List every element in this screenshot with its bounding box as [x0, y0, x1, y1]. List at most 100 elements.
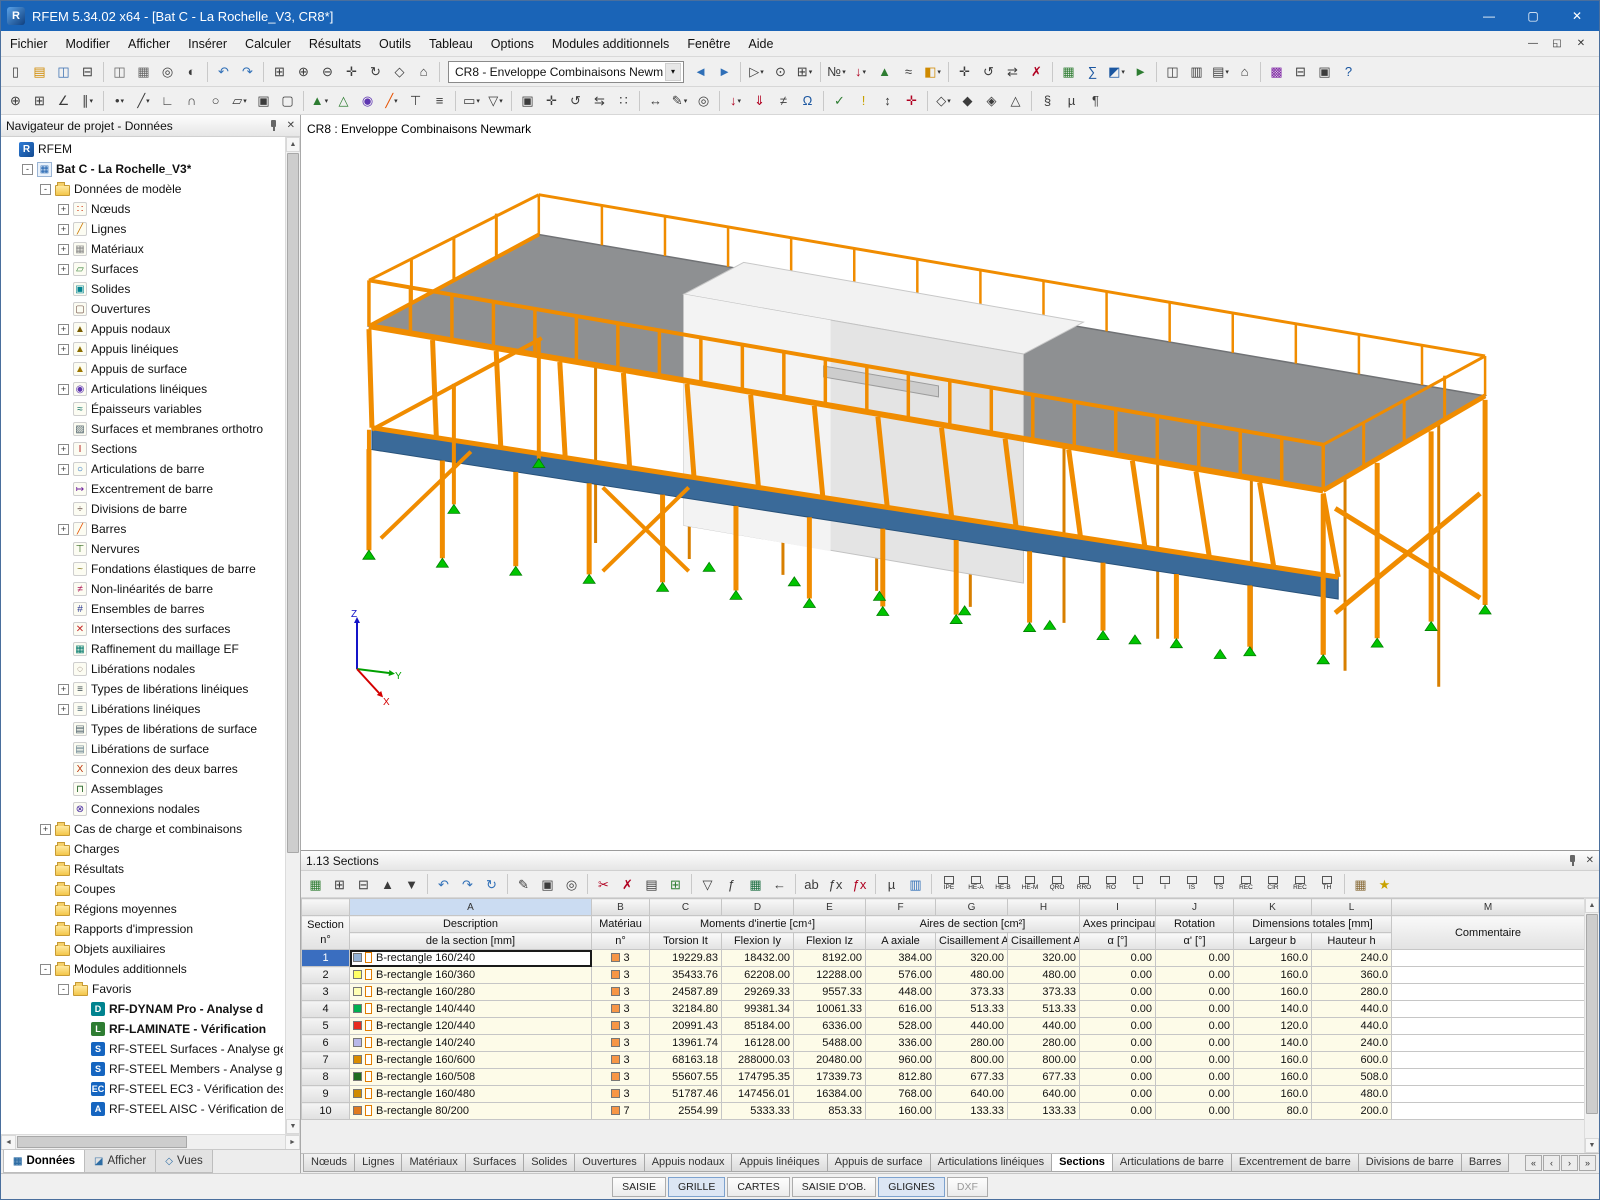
row-number[interactable]: 3 [302, 984, 350, 1001]
first-table-button[interactable]: « [1525, 1155, 1542, 1171]
cell-value[interactable]: 513.33 [936, 1001, 1008, 1018]
cell-value[interactable]: 0.00 [1156, 984, 1234, 1001]
move-object-icon[interactable]: ✛ [540, 90, 563, 112]
tree-item-rf-steel-members-analyse-g[interactable]: SRF-STEEL Members - Analyse gé [1, 1059, 285, 1079]
cell-value[interactable]: 0.00 [1156, 1069, 1234, 1086]
cell-value[interactable]: 160.0 [1234, 1052, 1312, 1069]
zoom-out-icon[interactable]: ⊖ [316, 61, 339, 83]
cell-value[interactable]: 240.0 [1312, 1035, 1392, 1052]
cell-comment[interactable] [1392, 1052, 1585, 1069]
cell-value[interactable]: 133.33 [936, 1103, 1008, 1120]
tree-item-rf-steel-aisc-v-rification-des[interactable]: ARF-STEEL AISC - Vérification des [1, 1099, 285, 1119]
tree-item-rf-steel-ec3-v-rification-des-l[interactable]: ECRF-STEEL EC3 - Vérification des l [1, 1079, 285, 1099]
menu-modules-additionnels[interactable]: Modules additionnels [543, 33, 678, 55]
tree-item-r-sultats[interactable]: Résultats [1, 859, 285, 879]
row-number[interactable]: 2 [302, 967, 350, 984]
cell-value[interactable]: 440.0 [1312, 1018, 1392, 1035]
menu-calculer[interactable]: Calculer [236, 33, 300, 55]
cell-value[interactable]: 677.33 [1008, 1069, 1080, 1086]
undo-table-icon[interactable]: ↶ [432, 873, 455, 895]
cell-value[interactable]: 6336.00 [794, 1018, 866, 1035]
cell-material[interactable]: 3 [592, 1035, 650, 1052]
new-line-support-icon[interactable]: △ [332, 90, 355, 112]
menu-ins-rer[interactable]: Insérer [179, 33, 236, 55]
doc-minimize-icon[interactable]: — [1521, 34, 1545, 54]
open-model-icon[interactable]: ▤ [28, 61, 51, 83]
new-polyline-icon[interactable]: ∟ [156, 90, 179, 112]
tree-item-barres[interactable]: +╱Barres [1, 519, 285, 539]
delete-row-icon[interactable]: ⊟ [352, 873, 375, 895]
cell-value[interactable]: 960.00 [866, 1052, 936, 1069]
cell-value[interactable]: 480.0 [1312, 1086, 1392, 1103]
nav-tab-donn-es[interactable]: ▦Données [3, 1150, 85, 1173]
cell-value[interactable]: 320.00 [936, 950, 1008, 967]
tree-item-favoris[interactable]: -Favoris [1, 979, 285, 999]
row-number[interactable]: 1 [302, 950, 350, 967]
cell-value[interactable]: 55607.55 [650, 1069, 722, 1086]
cell-value[interactable]: 200.0 [1312, 1103, 1392, 1120]
table-vertical-scrollbar[interactable]: ▲ ▼ [1584, 898, 1599, 1153]
menu-outils[interactable]: Outils [370, 33, 420, 55]
cell-value[interactable]: 160.00 [866, 1103, 936, 1120]
doc-close-icon[interactable]: ✕ [1569, 34, 1593, 54]
menu-afficher[interactable]: Afficher [119, 33, 179, 55]
generate-mesh-icon[interactable]: ▦ [1057, 61, 1080, 83]
tree-item-raffinement-du-maillage-ef[interactable]: ▦Raffinement du maillage EF [1, 639, 285, 659]
tree-item-divisions-de-barre[interactable]: ÷Divisions de barre [1, 499, 285, 519]
menu-tableau[interactable]: Tableau [420, 33, 482, 55]
new-node-icon[interactable]: •▾ [108, 90, 131, 112]
zoom-in-icon[interactable]: ⊕ [292, 61, 315, 83]
cell-material[interactable]: 3 [592, 1001, 650, 1018]
mirror-copy-icon[interactable]: ⇄ [1001, 61, 1024, 83]
modules-list-icon[interactable]: ▩ [1265, 61, 1288, 83]
cell-value[interactable]: 0.00 [1080, 950, 1156, 967]
section-type-is-button[interactable]: IS [1179, 872, 1205, 896]
header-dimensions[interactable]: Dimensions totales [mm] [1234, 916, 1392, 933]
cell-comment[interactable] [1392, 967, 1585, 984]
cell-value[interactable]: 18432.00 [722, 950, 794, 967]
header-alpha[interactable]: α [°] [1080, 933, 1156, 950]
redo-table-icon[interactable]: ↷ [456, 873, 479, 895]
cell-material[interactable]: 3 [592, 1052, 650, 1069]
table-tab-solides[interactable]: Solides [523, 1154, 575, 1172]
cell-description[interactable]: B-rectangle 160/508 [350, 1069, 592, 1086]
cell-value[interactable]: 147456.01 [722, 1086, 794, 1103]
cell-value[interactable]: 13961.74 [650, 1035, 722, 1052]
visual-objects-icon[interactable]: ◎ [692, 90, 715, 112]
abc-check-icon[interactable]: ab [800, 873, 823, 895]
redo-icon[interactable]: ↷ [236, 61, 259, 83]
table-tab-mat-riaux[interactable]: Matériaux [401, 1154, 465, 1172]
tree-item-appuis-nodaux[interactable]: +▲Appuis nodaux [1, 319, 285, 339]
cell-material[interactable]: 3 [592, 984, 650, 1001]
viewport[interactable]: CR8 : Enveloppe Combinaisons Newmark ZYX [301, 115, 1599, 851]
tree-item-surfaces-et-membranes-orthotro[interactable]: ▨Surfaces et membranes orthotro [1, 419, 285, 439]
expand-icon[interactable]: + [58, 384, 69, 395]
cell-value[interactable]: 35433.76 [650, 967, 722, 984]
section-type-he-b-button[interactable]: HE-B [990, 872, 1016, 896]
cell-value[interactable]: 576.00 [866, 967, 936, 984]
tree-item-mat-riaux[interactable]: +▦Matériaux [1, 239, 285, 259]
tree-item-coupes[interactable]: Coupes [1, 879, 285, 899]
render-mode-icon[interactable]: ◐ [180, 61, 203, 83]
header-torsion[interactable]: Torsion It [650, 933, 722, 950]
column-letter-J[interactable]: J [1156, 899, 1234, 916]
cell-value[interactable]: 32184.80 [650, 1001, 722, 1018]
cell-value[interactable]: 440.00 [1008, 1018, 1080, 1035]
header-section[interactable]: Section n° [302, 916, 350, 950]
tree-item-intersections-des-surfaces[interactable]: ✕Intersections des surfaces [1, 619, 285, 639]
cell-value[interactable]: 0.00 [1156, 1103, 1234, 1120]
new-member-icon[interactable]: ╱▾ [380, 90, 403, 112]
column-letter-M[interactable]: M [1392, 899, 1585, 916]
tree-item-rfem[interactable]: RRFEM [1, 139, 285, 159]
cell-value[interactable]: 640.00 [1008, 1086, 1080, 1103]
tree-item-rapports-d-impression[interactable]: Rapports d'impression [1, 919, 285, 939]
navigator-vertical-scrollbar[interactable]: ▲ ▼ [285, 137, 300, 1134]
column-letter-K[interactable]: K [1234, 899, 1312, 916]
column-letter-G[interactable]: G [936, 899, 1008, 916]
section-library-icon[interactable]: ▦ [1349, 873, 1372, 895]
cell-value[interactable]: 140.0 [1234, 1001, 1312, 1018]
show-numbering-icon[interactable]: №▾ [825, 61, 848, 83]
table-tab-articulations-lin-iques[interactable]: Articulations linéiques [930, 1154, 1052, 1172]
view-yz-icon[interactable]: ◈ [980, 90, 1003, 112]
snap-settings-icon[interactable]: ⊙ [769, 61, 792, 83]
